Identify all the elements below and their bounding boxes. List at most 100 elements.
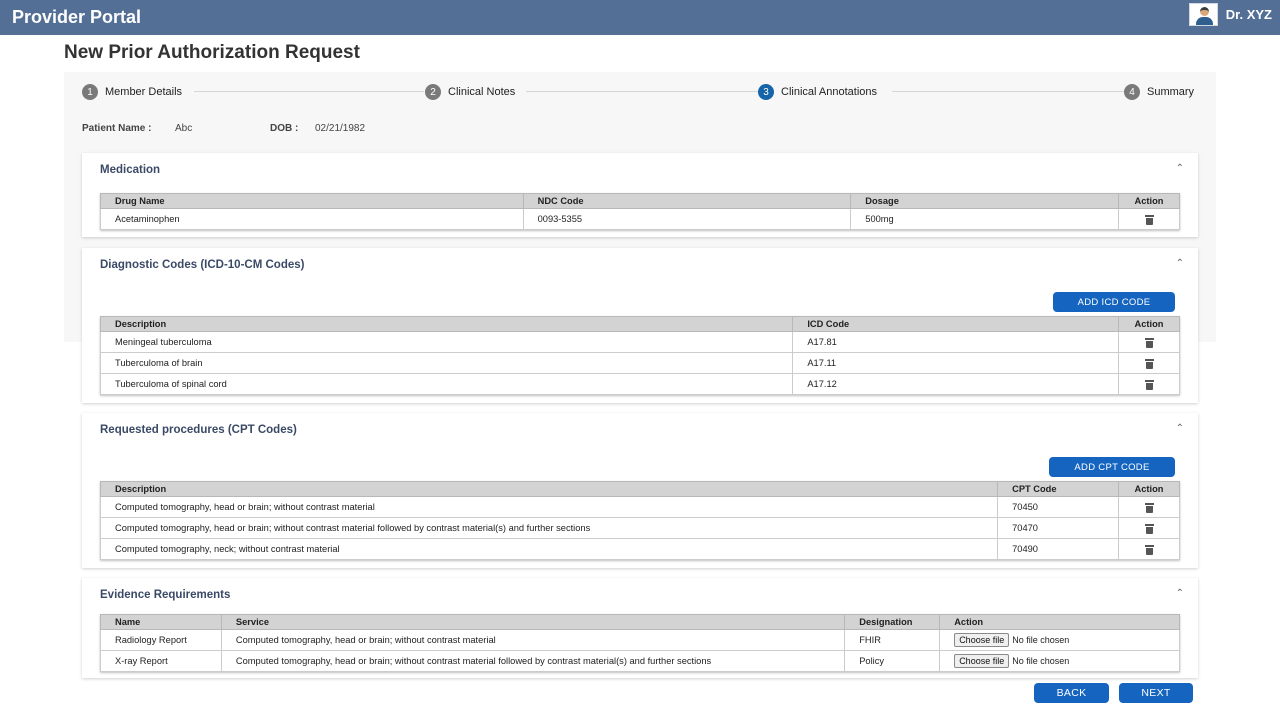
col-action: Action: [1118, 316, 1180, 332]
col-ndc-code: NDC Code: [522, 193, 852, 209]
step-member-details[interactable]: 1 Member Details: [82, 84, 189, 100]
col-name: Name: [100, 614, 222, 630]
step-label: Summary: [1147, 86, 1195, 98]
step-number: 2: [425, 84, 441, 100]
page-title: New Prior Authorization Request: [64, 42, 360, 63]
evidence-service: Computed tomography, head or brain; with…: [220, 650, 846, 672]
icd-code: A17.11: [792, 352, 1120, 374]
delete-cell: [1118, 538, 1180, 560]
evidence-card: Evidence Requirements ⌃ Name Service Des…: [82, 578, 1198, 678]
next-button[interactable]: NEXT: [1119, 683, 1193, 703]
step-label: Clinical Notes: [448, 86, 516, 98]
step-connector: [194, 91, 424, 92]
file-status: No file chosen: [1012, 635, 1070, 645]
icd-code: A17.81: [792, 331, 1120, 353]
step-connector: [892, 91, 1124, 92]
chevron-up-icon[interactable]: ⌃: [1176, 423, 1184, 434]
delete-cell: [1118, 517, 1180, 539]
icd-description: Tuberculoma of spinal cord: [99, 373, 794, 395]
user-name[interactable]: Dr. XYZ: [1226, 7, 1272, 22]
table-row: Computed tomography, neck; without contr…: [99, 538, 1180, 560]
evidence-service: Computed tomography, head or brain; with…: [220, 629, 846, 651]
chevron-up-icon[interactable]: ⌃: [1176, 258, 1184, 269]
choose-file-button[interactable]: Choose file: [954, 633, 1010, 647]
trash-icon[interactable]: [1144, 337, 1154, 348]
evidence-name: X-ray Report: [100, 650, 222, 672]
trash-icon[interactable]: [1144, 544, 1154, 555]
add-cpt-code-button[interactable]: ADD CPT CODE: [1049, 457, 1175, 477]
col-icd-code: ICD Code: [792, 316, 1120, 332]
patient-name-label: Patient Name :: [82, 123, 152, 134]
patient-name-value: Abc: [175, 123, 193, 134]
trash-icon[interactable]: [1144, 523, 1154, 534]
step-connector: [526, 91, 758, 92]
step-summary[interactable]: 4 Summary: [1124, 84, 1201, 100]
col-action: Action: [939, 614, 1180, 630]
delete-cell: [1118, 496, 1180, 518]
choose-file-button[interactable]: Choose file: [954, 654, 1010, 668]
step-number: 1: [82, 84, 98, 100]
col-drug-name: Drug Name: [100, 193, 524, 209]
medication-card: Medication ⌃ Drug Name NDC Code Dosage A…: [82, 153, 1198, 237]
table-row: Radiology Report Computed tomography, he…: [100, 629, 1180, 651]
cpt-description: Computed tomography, head or brain; with…: [99, 517, 999, 539]
cpt-description: Computed tomography, neck; without contr…: [99, 538, 999, 560]
doctor-avatar-icon[interactable]: [1188, 3, 1218, 26]
col-service: Service: [220, 614, 846, 630]
evidence-designation: FHIR: [844, 629, 941, 651]
dob-value: 02/21/1982: [315, 123, 366, 134]
chevron-up-icon[interactable]: ⌃: [1176, 163, 1184, 174]
table-row: Acetaminophen 0093-5355 500mg: [100, 208, 1180, 230]
evidence-table: Name Service Designation Action Radiolog…: [100, 614, 1180, 672]
file-upload-cell: Choose file No file chosen: [939, 650, 1180, 672]
table-row: Computed tomography, head or brain; with…: [99, 496, 1180, 518]
trash-icon[interactable]: [1144, 214, 1154, 225]
delete-cell: [1118, 331, 1180, 353]
ndc-code: 0093-5355: [522, 208, 852, 230]
table-row: Computed tomography, head or brain; with…: [99, 517, 1180, 539]
app-title: Provider Portal: [12, 7, 142, 27]
table-row: Meningeal tuberculoma A17.81: [99, 331, 1180, 353]
dosage: 500mg: [850, 208, 1120, 230]
chevron-up-icon[interactable]: ⌃: [1176, 588, 1184, 599]
diagnostic-codes-card: Diagnostic Codes (ICD-10-CM Codes) ⌃ ADD…: [82, 248, 1198, 403]
icd-description: Meningeal tuberculoma: [99, 331, 794, 353]
evidence-designation: Policy: [844, 650, 941, 672]
cpt-code: 70470: [997, 517, 1120, 539]
col-action: Action: [1118, 481, 1180, 497]
col-description: Description: [99, 481, 999, 497]
drug-name: Acetaminophen: [100, 208, 524, 230]
icd-description: Tuberculoma of brain: [99, 352, 794, 374]
procedures-title: Requested procedures (CPT Codes): [100, 424, 297, 436]
medication-table: Drug Name NDC Code Dosage Action Acetami…: [100, 193, 1180, 230]
evidence-name: Radiology Report: [100, 629, 222, 651]
back-button[interactable]: BACK: [1034, 683, 1109, 703]
col-description: Description: [99, 316, 794, 332]
file-upload-cell: Choose file No file chosen: [939, 629, 1180, 651]
trash-icon[interactable]: [1144, 502, 1154, 513]
diagnostic-title: Diagnostic Codes (ICD-10-CM Codes): [100, 259, 305, 271]
step-clinical-notes[interactable]: 2 Clinical Notes: [425, 84, 522, 100]
cpt-table: Description CPT Code Action Computed tom…: [99, 481, 1180, 560]
cpt-code: 70490: [997, 538, 1120, 560]
table-row: X-ray Report Computed tomography, head o…: [100, 650, 1180, 672]
step-number: 4: [1124, 84, 1140, 100]
col-cpt-code: CPT Code: [997, 481, 1120, 497]
step-clinical-annotations[interactable]: 3 Clinical Annotations: [758, 84, 884, 100]
col-designation: Designation: [844, 614, 941, 630]
trash-icon[interactable]: [1144, 379, 1154, 390]
icd-code: A17.12: [792, 373, 1120, 395]
step-label: Clinical Annotations: [781, 86, 878, 98]
user-menu[interactable]: Dr. XYZ: [1188, 3, 1272, 26]
col-dosage: Dosage: [850, 193, 1120, 209]
medication-title: Medication: [100, 164, 161, 176]
evidence-title: Evidence Requirements: [100, 589, 231, 601]
trash-icon[interactable]: [1144, 358, 1154, 369]
cpt-description: Computed tomography, head or brain; with…: [99, 496, 999, 518]
table-row: Tuberculoma of spinal cord A17.12: [99, 373, 1180, 395]
cpt-code: 70450: [997, 496, 1120, 518]
add-icd-code-button[interactable]: ADD ICD CODE: [1053, 292, 1175, 312]
icd-table: Description ICD Code Action Meningeal tu…: [99, 316, 1180, 395]
file-status: No file chosen: [1012, 656, 1070, 666]
col-action: Action: [1118, 193, 1180, 209]
